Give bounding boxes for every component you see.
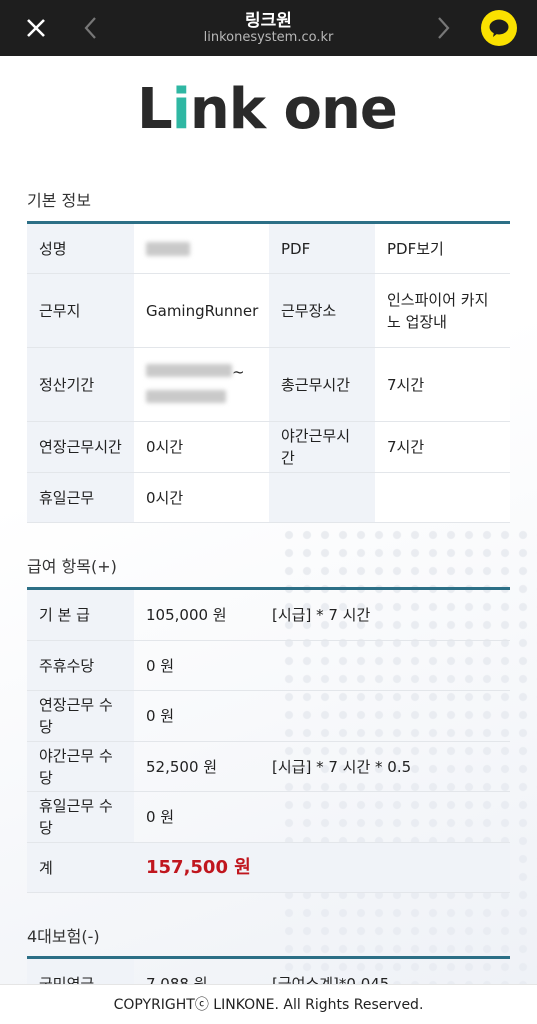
location-value: 인스파이어 카지노 업장내	[375, 274, 510, 347]
insurance-title: 4대보험(-)	[27, 927, 100, 946]
table-row: 휴일근무 수당 0 원	[27, 792, 510, 843]
redacted-end-date	[146, 389, 226, 403]
period-value: ~	[134, 348, 269, 421]
pay-items-title: 급여 항목(+)	[27, 557, 117, 576]
holiday-value: 0시간	[134, 473, 269, 522]
workplace-value: GamingRunner	[134, 274, 269, 347]
table-row: 주휴수당 0 원	[27, 641, 510, 691]
copyright-footer: COPYRIGHTⓒ LINKONE. All Rights Reserved.	[0, 984, 537, 1024]
empty-label-cell	[269, 473, 375, 522]
pay-item-amount: 0 원	[146, 808, 175, 826]
pay-total-value: 157,500 원	[146, 856, 251, 878]
chat-bubble-icon	[489, 19, 509, 37]
basic-info-title: 기본 정보	[27, 191, 91, 210]
name-value	[134, 224, 269, 273]
table-row: 휴일근무 0시간	[27, 473, 510, 523]
pay-item-note	[260, 792, 510, 842]
table-row: 정산기간 ~ 총근무시간 7시간	[27, 348, 510, 422]
insurance-table: 국민연금 7,088 원 [급여소계]*0.045	[27, 956, 510, 984]
night-work-value: 7시간	[375, 422, 510, 472]
pay-item-amount: 0 원	[146, 656, 175, 675]
linkone-logo: Link one	[137, 77, 398, 142]
table-row: 성명 PDF PDF보기	[27, 224, 510, 274]
period-label: 정산기간	[27, 348, 134, 421]
insurance-item-note: [급여소계]*0.045	[272, 974, 390, 985]
holiday-label: 휴일근무	[27, 473, 134, 522]
browser-url: linkonesystem.co.kr	[203, 30, 334, 45]
overtime-value: 0시간	[134, 422, 269, 472]
period-tilde: ~	[232, 362, 245, 381]
table-row: 야간근무 수당 52,500 원 [시급] * 7 시간 * 0.5	[27, 742, 510, 792]
redacted-start-date	[146, 363, 232, 377]
pay-item-amount: 52,500 원	[146, 757, 218, 776]
table-row: 국민연금 7,088 원 [급여소계]*0.045	[27, 959, 510, 984]
pay-item-note: [시급] * 7 시간 * 0.5	[272, 757, 412, 776]
empty-value-cell	[375, 473, 510, 522]
total-hours-label: 총근무시간	[269, 348, 375, 421]
pay-item-note	[260, 691, 510, 741]
total-hours-value: 7시간	[375, 348, 510, 421]
basic-info-table: 성명 PDF PDF보기 근무지 GamingRunner 근무장소 인스파이어…	[27, 221, 510, 523]
pay-total-label: 계	[39, 858, 53, 877]
pay-item-note	[260, 641, 510, 690]
insurance-item-label: 국민연금	[27, 959, 134, 984]
name-label: 성명	[27, 224, 134, 273]
browser-top-bar: 링크원 linkonesystem.co.kr	[0, 0, 537, 56]
insurance-item-amount: 7,088 원	[146, 974, 208, 985]
pay-item-amount: 0 원	[146, 707, 175, 725]
table-row: 근무지 GamingRunner 근무장소 인스파이어 카지노 업장내	[27, 274, 510, 348]
browser-title: 링크원	[245, 11, 292, 31]
night-work-label: 야간근무시간	[269, 422, 375, 472]
location-label: 근무장소	[269, 274, 375, 347]
pay-item-amount: 105,000 원	[146, 606, 227, 624]
table-row: 연장근무시간 0시간 야간근무시간 7시간	[27, 422, 510, 473]
pay-item-label: 주휴수당	[27, 641, 134, 690]
pay-item-note: [시급] * 7 시간	[272, 606, 371, 624]
overtime-label: 연장근무시간	[27, 422, 134, 472]
workplace-label: 근무지	[27, 274, 134, 347]
pay-items-table: 기 본 급 105,000 원 [시급] * 7 시간 주휴수당 0 원 연장근…	[27, 587, 510, 893]
page-content: Link one 기본 정보 성명 PDF PDF보기 근무지 GamingRu…	[0, 56, 537, 984]
pdf-label: PDF	[269, 224, 375, 273]
pay-item-label: 기 본 급	[27, 590, 134, 640]
pay-item-label: 휴일근무 수당	[27, 792, 134, 842]
pdf-view-link[interactable]: PDF보기	[375, 224, 510, 273]
table-row: 기 본 급 105,000 원 [시급] * 7 시간	[27, 590, 510, 641]
forward-arrow-icon[interactable]	[432, 14, 454, 42]
table-row: 연장근무 수당 0 원	[27, 691, 510, 742]
pay-item-label: 연장근무 수당	[27, 691, 134, 741]
pay-item-label: 야간근무 수당	[27, 742, 134, 791]
redacted-name	[146, 241, 190, 256]
pay-total-row: 계 157,500 원	[27, 843, 510, 893]
kakaotalk-button[interactable]	[481, 10, 517, 46]
